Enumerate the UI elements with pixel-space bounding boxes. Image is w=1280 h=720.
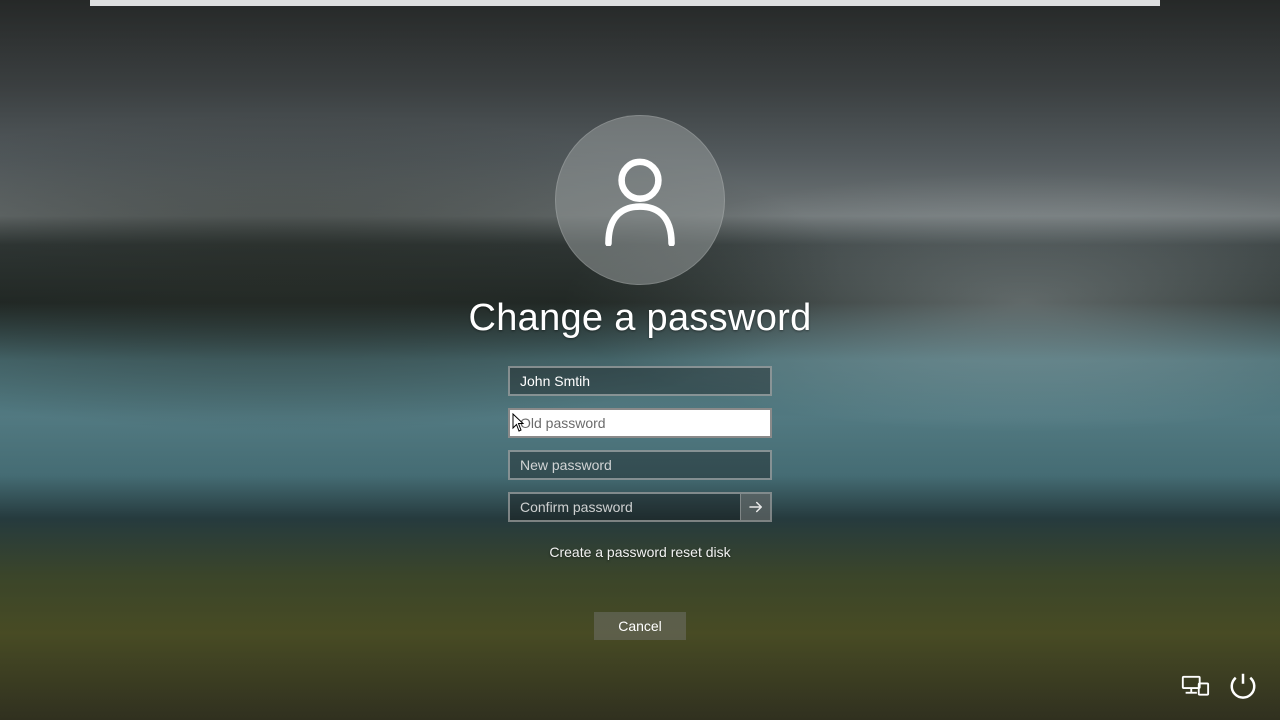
confirm-password-field[interactable] [508, 492, 772, 522]
power-icon [1228, 670, 1258, 700]
new-password-field[interactable] [508, 450, 772, 480]
confirm-password-wrap [508, 492, 772, 522]
user-icon [599, 154, 681, 246]
arrow-right-icon [747, 498, 765, 516]
network-icon [1180, 674, 1210, 697]
submit-button[interactable] [740, 494, 770, 520]
username-field-wrap [508, 366, 772, 396]
network-button[interactable] [1180, 672, 1210, 698]
old-password-wrap [508, 408, 772, 438]
change-password-panel: Change a password Create a password rese… [0, 115, 1280, 640]
page-title: Change a password [468, 297, 811, 340]
old-password-field[interactable] [508, 408, 772, 438]
window-top-strip [90, 0, 1160, 6]
new-password-wrap [508, 450, 772, 480]
user-avatar [555, 115, 725, 285]
power-button[interactable] [1228, 672, 1258, 698]
cancel-button[interactable]: Cancel [594, 612, 686, 640]
create-reset-disk-link[interactable]: Create a password reset disk [549, 544, 730, 560]
system-tray [1180, 672, 1258, 698]
username-field[interactable] [508, 366, 772, 396]
password-form: Create a password reset disk Cancel [508, 366, 772, 640]
